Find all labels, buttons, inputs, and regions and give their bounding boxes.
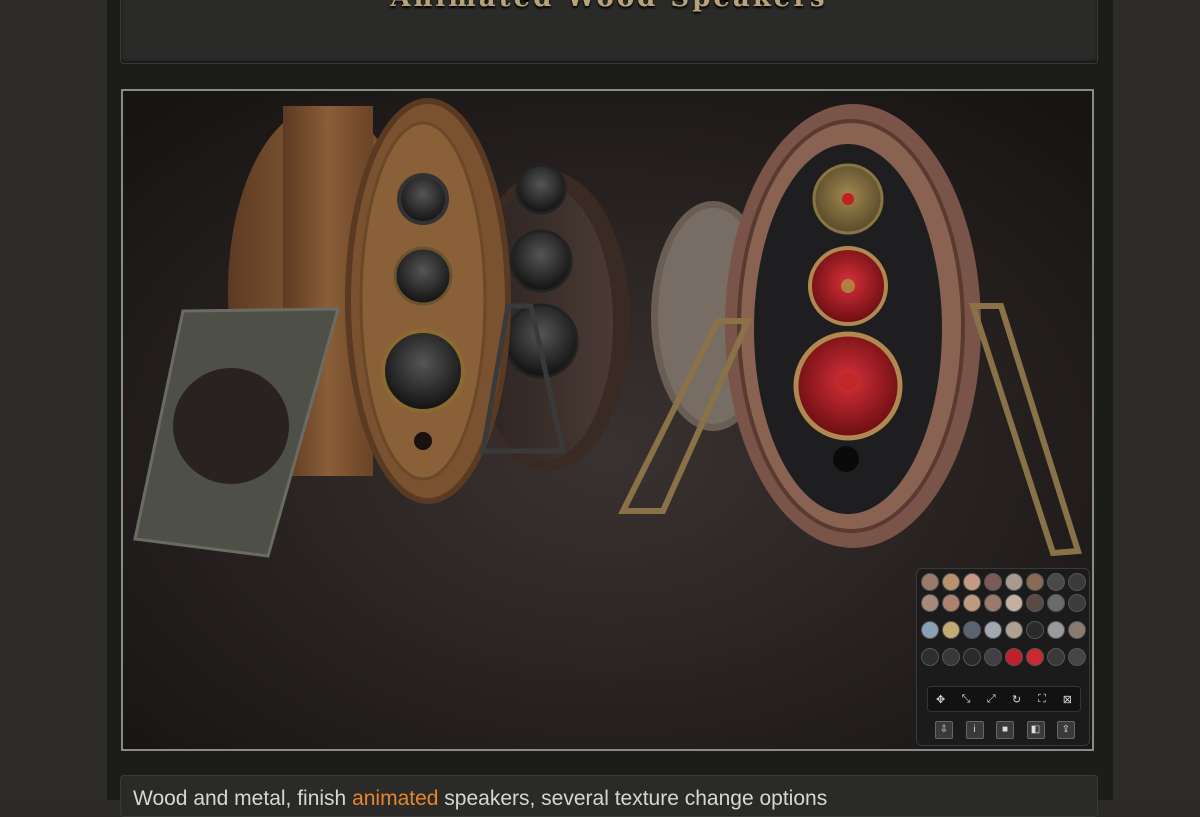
texture-swatch[interactable] [963, 648, 981, 666]
texture-swatch[interactable] [942, 648, 960, 666]
texture-swatch[interactable] [921, 648, 939, 666]
description-text: Wood and metal, finish animated speakers… [133, 787, 827, 811]
texture-swatch[interactable] [942, 573, 960, 591]
texture-swatch[interactable] [1026, 648, 1044, 666]
texture-swatch[interactable] [1068, 573, 1086, 591]
texture-swatch[interactable] [1047, 594, 1065, 612]
texture-swatch[interactable] [1005, 621, 1023, 639]
texture-swatch[interactable] [942, 621, 960, 639]
texture-swatch[interactable] [921, 573, 939, 591]
swatch-row [921, 573, 1087, 591]
texture-swatch[interactable] [1047, 648, 1065, 666]
page-title: Animated Wood Speakers [121, 0, 1097, 13]
texture-swatch[interactable] [1068, 621, 1086, 639]
export-icon[interactable]: ⇪ [1057, 721, 1075, 739]
tool-row: ⇩ i ■ ◧ ⇪ [935, 721, 1075, 739]
info-icon[interactable]: i [965, 721, 984, 739]
texture-swatch[interactable] [1026, 621, 1044, 639]
3d-viewer[interactable]: ✥ ⤡ ⤢ ↻ ⛶ ⊠ ⇩ i ■ ◧ ⇪ [121, 89, 1094, 751]
color-icon[interactable]: ■ [996, 721, 1014, 739]
caption-panel: Wood and metal, finish animated speakers… [120, 775, 1098, 817]
texture-swatch[interactable] [942, 594, 960, 612]
cube-icon[interactable]: ◧ [1026, 721, 1045, 739]
collapse-icon[interactable]: ⊠ [1059, 693, 1075, 706]
texture-palette: ✥ ⤡ ⤢ ↻ ⛶ ⊠ ⇩ i ■ ◧ ⇪ [916, 568, 1090, 746]
fullscreen-icon[interactable]: ⛶ [1034, 693, 1050, 706]
expand-icon[interactable]: ⤢ [983, 693, 999, 706]
swatch-grid [921, 573, 1087, 669]
swatch-row [921, 621, 1087, 639]
download-icon[interactable]: ⇩ [935, 721, 953, 739]
caption-before: Wood and metal, finish [133, 787, 353, 810]
texture-swatch[interactable] [1026, 594, 1044, 612]
texture-swatch[interactable] [1047, 621, 1065, 639]
reset-icon[interactable]: ↻ [1009, 693, 1025, 706]
texture-swatch[interactable] [921, 621, 939, 639]
texture-swatch[interactable] [984, 573, 1002, 591]
texture-swatch[interactable] [963, 573, 981, 591]
texture-swatch[interactable] [984, 594, 1002, 612]
caption-after: speakers, several texture change options [438, 787, 828, 810]
texture-swatch[interactable] [1047, 573, 1065, 591]
texture-swatch[interactable] [921, 594, 939, 612]
shrink-icon[interactable]: ⤡ [958, 693, 974, 706]
move-icon[interactable]: ✥ [933, 693, 949, 706]
texture-swatch[interactable] [984, 648, 1002, 666]
texture-swatch[interactable] [1005, 648, 1023, 666]
viewer-controls: ✥ ⤡ ⤢ ↻ ⛶ ⊠ [927, 686, 1081, 712]
swatch-row [921, 648, 1087, 666]
texture-swatch[interactable] [984, 621, 1002, 639]
texture-swatch[interactable] [1068, 648, 1086, 666]
header-panel: Animated Wood Speakers [120, 0, 1098, 64]
texture-swatch[interactable] [1068, 594, 1086, 612]
texture-swatch[interactable] [963, 621, 981, 639]
texture-swatch[interactable] [1026, 573, 1044, 591]
caption-highlight: animated [352, 787, 439, 810]
texture-swatch[interactable] [1005, 594, 1023, 612]
swatch-row [921, 594, 1087, 612]
texture-swatch[interactable] [963, 594, 981, 612]
texture-swatch[interactable] [1005, 573, 1023, 591]
